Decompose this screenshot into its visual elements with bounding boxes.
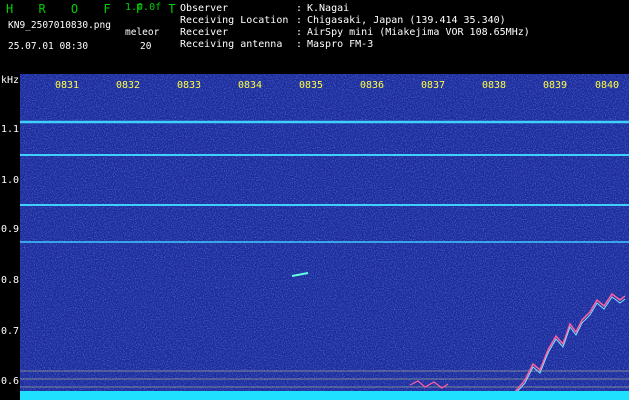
record-count: 20 [140,41,152,52]
time-tick-0837: 0837 [421,80,446,91]
location-value: Chigasaki, Japan (139.414 35.340) [307,15,506,26]
mode-label: meleor [125,27,160,38]
time-tick-0832: 0832 [116,80,141,91]
datetime: 25.07.01 08:30 [8,41,89,52]
observer-label: Observer [180,3,229,14]
freq-label-1-0: 1.0 [1,175,20,186]
time-tick-0840: 0840 [595,80,620,91]
file-name: KN9_2507010830.png [8,20,111,31]
time-tick-0839: 0839 [543,80,568,91]
colon-1: : [296,3,303,14]
antenna-value: Maspro FM-3 [307,39,374,50]
colon-4: : [296,39,303,50]
freq-label-1-1: 1.1 [1,124,20,135]
header-panel: H R O F F T 1.0.0f KN9_2507010830.png me… [0,0,629,74]
y-unit-label: kHz [1,75,20,86]
antenna-label: Receiving antenna [180,39,283,50]
freq-label-0-8: 0.8 [1,275,20,286]
observer-value: K.Nagai [307,3,350,14]
freq-label-0-7: 0.7 [1,326,20,337]
freq-label-0-6: 0.6 [1,376,20,387]
bottom-noise-band [20,391,629,400]
receiver-label: Receiver [180,27,229,38]
location-label: Receiving Location [180,15,289,26]
freq-label-0-9: 0.9 [1,224,20,235]
colon-2: : [296,15,303,26]
time-tick-0838: 0838 [482,80,507,91]
spectrogram-plot [20,74,629,400]
app-version: 1.0.0f [125,2,162,13]
colon-3: : [296,27,303,38]
time-tick-0835: 0835 [299,80,324,91]
time-tick-0831: 0831 [55,80,80,91]
receiver-value: AirSpy mini (Miakejima VOR 108.65MHz) [307,27,530,38]
time-tick-0834: 0834 [238,80,263,91]
time-tick-0833: 0833 [177,80,202,91]
time-tick-0836: 0836 [360,80,385,91]
